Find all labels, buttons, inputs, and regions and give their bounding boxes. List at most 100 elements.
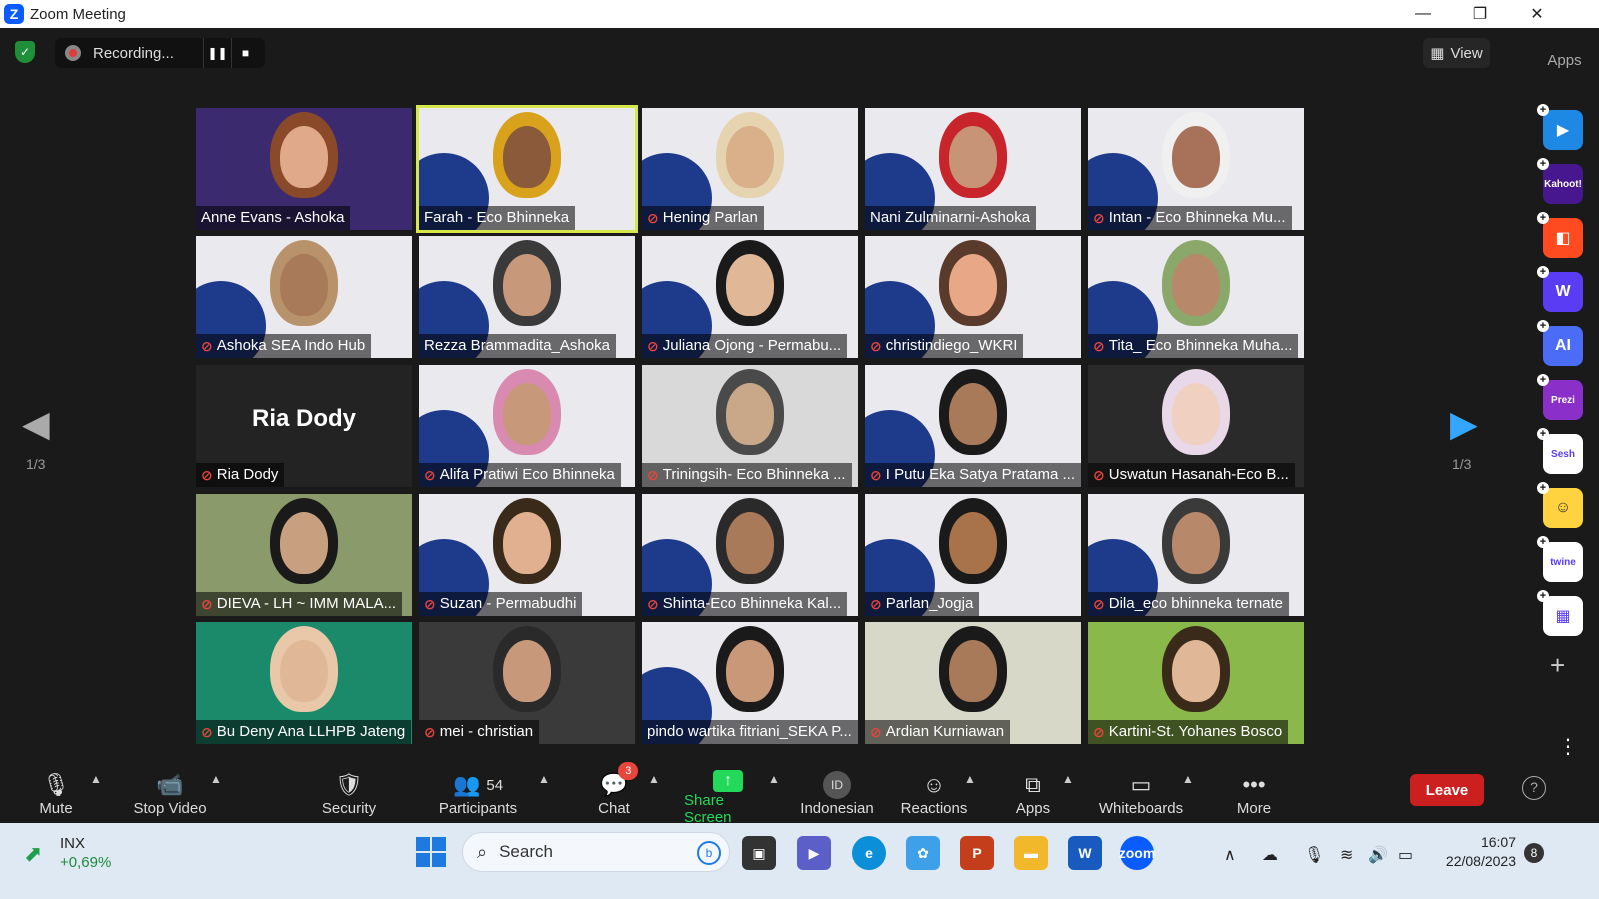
muted-microphone-icon: ⊘ xyxy=(201,338,213,354)
participant-tile[interactable]: ⊘ Parlan_Jogja xyxy=(865,494,1081,616)
powerpoint-icon[interactable]: P xyxy=(960,836,994,870)
notification-badge[interactable]: 8 xyxy=(1524,843,1544,863)
participant-tile[interactable]: ⊘ Dila_eco bhinneka ternate xyxy=(1088,494,1304,616)
clock-date[interactable]: 22/08/2023 xyxy=(1434,853,1516,869)
chat-button[interactable]: 💬 3 Chat xyxy=(596,762,639,823)
language-button[interactable]: ID Indonesian xyxy=(798,770,876,823)
participant-tile[interactable]: ⊘ Intan - Eco Bhinneka Mu... xyxy=(1088,108,1304,230)
prev-page-arrow-icon[interactable]: ◀ xyxy=(22,403,50,445)
search-placeholder: Search xyxy=(499,842,553,861)
reactions-caret-icon[interactable]: ▲ xyxy=(964,772,976,786)
app-icon[interactable]: + ▦ xyxy=(1537,590,1583,636)
share-caret-icon[interactable]: ▲ xyxy=(768,772,780,786)
restore-button[interactable]: ❐ xyxy=(1457,0,1503,28)
participant-face xyxy=(503,512,551,574)
participant-tile[interactable]: Anne Evans - Ashoka xyxy=(196,108,412,230)
view-button[interactable]: ▦ View xyxy=(1423,38,1490,68)
stop-recording-button[interactable]: ■ xyxy=(231,38,259,68)
app-icon[interactable]: + Sesh xyxy=(1537,428,1583,474)
participant-name: Ria Dody xyxy=(216,466,279,483)
chat-caret-icon[interactable]: ▲ xyxy=(648,772,660,786)
volume-icon[interactable]: 🔊 xyxy=(1368,845,1388,865)
teams-icon[interactable]: ▶ xyxy=(797,836,831,870)
muted-microphone-icon: ⊘ xyxy=(1093,210,1105,226)
show-hidden-icons-chevron-icon[interactable]: ∧ xyxy=(1224,845,1236,865)
participant-tile[interactable]: ⊘ christindiego_WKRI xyxy=(865,236,1081,358)
participant-tile[interactable]: ⊘ Suzan - Permabudhi xyxy=(419,494,635,616)
apps-caret-icon[interactable]: ▲ xyxy=(1062,772,1074,786)
participants-button[interactable]: 👥 54 Participants xyxy=(436,770,520,823)
participant-tile[interactable]: ⊘ Kartini-St. Yohanes Bosco xyxy=(1088,622,1304,744)
participant-tile[interactable]: ⊘ Triningsih- Eco Bhinneka ... xyxy=(642,365,858,487)
whiteboards-button[interactable]: ▭ Whiteboards xyxy=(1096,770,1186,823)
add-app-icon[interactable]: + xyxy=(1550,650,1565,681)
zoom-logo-icon: Z xyxy=(4,4,24,24)
onedrive-icon[interactable]: ☁ xyxy=(1262,845,1278,865)
clock-time[interactable]: 16:07 xyxy=(1452,834,1516,850)
zoom-taskbar-icon[interactable]: zoom xyxy=(1119,836,1155,870)
stop-video-button[interactable]: 📹 Stop Video xyxy=(130,770,210,823)
photos-icon[interactable]: ✿ xyxy=(906,836,940,870)
audio-options-caret-icon[interactable]: ▲ xyxy=(90,772,102,786)
mute-button[interactable]: 🎙 Mute xyxy=(36,770,76,823)
app-icon[interactable]: + twine xyxy=(1537,536,1583,582)
participant-tile[interactable]: ⊘ Ardian Kurniawan xyxy=(865,622,1081,744)
more-options-icon[interactable]: ⋮ xyxy=(1558,734,1578,759)
video-options-caret-icon[interactable]: ▲ xyxy=(210,772,222,786)
windows-start-icon[interactable] xyxy=(416,837,446,867)
reactions-button[interactable]: ☺ Reactions xyxy=(900,770,968,823)
participant-name-label: ⊘ Hening Parlan xyxy=(642,206,764,230)
participants-caret-icon[interactable]: ▲ xyxy=(538,772,550,786)
task-view-icon[interactable]: ▣ xyxy=(742,836,776,870)
participant-tile[interactable]: ⊘ I Putu Eka Satya Pratama ... xyxy=(865,365,1081,487)
apps-button[interactable]: ⧉ Apps xyxy=(1014,770,1052,823)
close-button[interactable]: ✕ xyxy=(1514,0,1560,28)
stock-ticker[interactable]: INX xyxy=(60,835,85,852)
participant-face xyxy=(949,512,997,574)
edge-icon[interactable]: e xyxy=(852,836,886,870)
participant-tile[interactable]: ⊘ Ashoka SEA Indo Hub xyxy=(196,236,412,358)
security-shield-icon[interactable]: ✓ xyxy=(15,41,35,63)
participant-tile[interactable]: ⊘ Shinta-Eco Bhinneka Kal... xyxy=(642,494,858,616)
more-button[interactable]: ••• More xyxy=(1234,770,1274,823)
app-icon[interactable]: + Kahoot! xyxy=(1537,158,1583,204)
participant-tile[interactable]: ⊘ DIEVA - LH ~ IMM MALA... xyxy=(196,494,412,616)
battery-icon[interactable]: ▭ xyxy=(1398,845,1413,865)
app-icon[interactable]: + ▶ xyxy=(1537,104,1583,150)
file-explorer-icon[interactable]: ▬ xyxy=(1014,836,1048,870)
word-icon[interactable]: W xyxy=(1068,836,1102,870)
participant-tile[interactable]: ⊘ Tita_ Eco Bhinneka Muha... xyxy=(1088,236,1304,358)
app-icon[interactable]: + AI xyxy=(1537,320,1583,366)
minimize-button[interactable]: — xyxy=(1400,0,1446,28)
participant-tile[interactable]: ⊘ Hening Parlan xyxy=(642,108,858,230)
taskbar-search[interactable]: ⌕ Search b xyxy=(462,832,730,872)
participant-tile[interactable]: ⊘ Alifa Pratiwi Eco Bhinneka xyxy=(419,365,635,487)
app-icon[interactable]: + ☺ xyxy=(1537,482,1583,528)
whiteboards-caret-icon[interactable]: ▲ xyxy=(1182,772,1194,786)
share-screen-button[interactable]: ↑ Share Screen xyxy=(684,770,772,826)
wifi-icon[interactable]: ≋ xyxy=(1340,845,1353,865)
participant-name: Bu Deny Ana LLHPB Jateng xyxy=(216,723,406,740)
app-icon[interactable]: + ◧ xyxy=(1537,212,1583,258)
participant-tile[interactable]: pindo wartika fitriani_SEKA P... xyxy=(642,622,858,744)
security-button[interactable]: 🛡 Security xyxy=(318,770,380,823)
participant-tile[interactable]: Ria Dody ⊘ Ria Dody xyxy=(196,365,412,487)
help-icon[interactable]: ? xyxy=(1522,776,1546,800)
participant-tile[interactable]: Farah - Eco Bhinneka xyxy=(416,105,638,233)
participant-tile[interactable]: ⊘ Uswatun Hasanah-Eco B... xyxy=(1088,365,1304,487)
window-title: Zoom Meeting xyxy=(30,5,126,23)
participant-tile[interactable]: ⊘ mei - christian xyxy=(419,622,635,744)
participant-tile[interactable]: ⊘ Bu Deny Ana LLHPB Jateng xyxy=(196,622,412,744)
leave-button[interactable]: Leave xyxy=(1410,774,1484,806)
participant-tile[interactable]: Nani Zulminarni-Ashoka xyxy=(865,108,1081,230)
participant-tile[interactable]: Rezza Brammadita_Ashoka xyxy=(419,236,635,358)
participant-name: Intan - Eco Bhinneka Mu... xyxy=(1108,209,1286,226)
pause-recording-button[interactable]: ❚❚ xyxy=(203,38,231,68)
next-page-arrow-icon[interactable]: ▶ xyxy=(1450,403,1478,445)
reactions-icon: ☺ xyxy=(922,772,946,797)
app-icon[interactable]: + Prezi xyxy=(1537,374,1583,420)
microphone-tray-icon[interactable]: 🎙 xyxy=(1304,845,1324,865)
app-icon[interactable]: + W xyxy=(1537,266,1583,312)
participant-tile[interactable]: ⊘ Juliana Ojong - Permabu... xyxy=(642,236,858,358)
participant-face xyxy=(1172,254,1220,316)
